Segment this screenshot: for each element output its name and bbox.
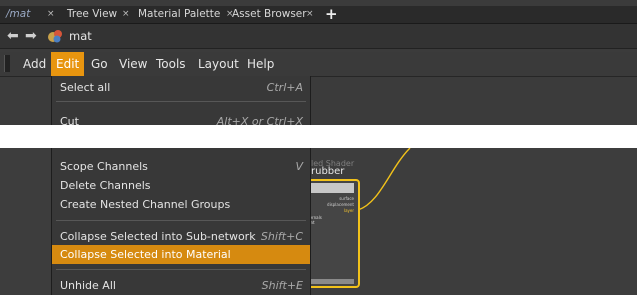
menu-help[interactable]: Help bbox=[242, 52, 279, 76]
forward-arrow-icon[interactable]: ➡ bbox=[25, 27, 37, 45]
tab-close-icon[interactable]: × bbox=[306, 6, 314, 23]
output-port-displacement[interactable]: displacement bbox=[327, 202, 354, 207]
network-editor-top: /mat × Tree View × Material Palette × As… bbox=[0, 0, 637, 125]
node-name-label[interactable]: rubber bbox=[311, 166, 344, 177]
menu-separator bbox=[56, 269, 306, 270]
menu-item-label: Scope Channels bbox=[60, 160, 148, 173]
menu-item-collapse-into-material[interactable]: Collapse Selected into Material bbox=[52, 245, 310, 264]
path-label[interactable]: mat bbox=[69, 27, 92, 45]
node-footer bbox=[310, 279, 354, 284]
connection-wire bbox=[357, 148, 411, 211]
menu-edit[interactable]: Edit bbox=[51, 52, 85, 76]
tab-material-palette[interactable]: Material Palette bbox=[138, 6, 220, 23]
menu-item-label: Collapse Selected into Material bbox=[60, 248, 231, 261]
menu-layout[interactable]: Layout bbox=[193, 52, 244, 76]
menu-item-label: Unhide All bbox=[60, 279, 116, 292]
tab-mat[interactable]: /mat bbox=[6, 6, 30, 23]
menu-add[interactable]: Add bbox=[18, 52, 51, 76]
pane-tab-bar: /mat × Tree View × Material Palette × As… bbox=[0, 6, 637, 24]
menu-item-cut[interactable]: Cut Alt+X or Ctrl+X bbox=[52, 112, 310, 125]
add-tab-icon[interactable]: + bbox=[325, 6, 338, 23]
menu-separator bbox=[56, 220, 306, 221]
menu-item-label: Collapse Selected into Sub-network bbox=[60, 230, 256, 243]
tab-tree-view[interactable]: Tree View bbox=[67, 6, 117, 23]
menu-item-label: Cut bbox=[60, 115, 79, 125]
menu-item-shortcut: Shift+C bbox=[260, 230, 303, 243]
menu-go[interactable]: Go bbox=[86, 52, 113, 76]
menu-bar: Add Edit Go View Tools Layout Help bbox=[0, 52, 637, 77]
shader-node[interactable]: surface displacement layer bbox=[306, 179, 360, 288]
menu-item-scope-channels[interactable]: Scope Channels V bbox=[52, 157, 310, 176]
menu-tools[interactable]: Tools bbox=[151, 52, 191, 76]
output-port-layer[interactable]: layer bbox=[344, 208, 354, 213]
menu-separator bbox=[56, 101, 306, 102]
menu-item-unhide-all[interactable]: Unhide All Shift+E bbox=[52, 276, 310, 295]
edit-menu-dropdown-continued: Scope Channels V Delete Channels Create … bbox=[51, 148, 311, 295]
toolbar-grip-handle[interactable] bbox=[4, 55, 10, 72]
edit-menu-dropdown: Select all Ctrl+A Cut Alt+X or Ctrl+X bbox=[51, 76, 311, 125]
menu-item-shortcut: V bbox=[295, 160, 303, 173]
menu-item-delete-channels[interactable]: Delete Channels bbox=[52, 176, 310, 195]
menu-item-shortcut: Alt+X or Ctrl+X bbox=[216, 115, 303, 125]
network-editor-bottom: led Shader rubber surface displacement l… bbox=[0, 148, 637, 295]
material-context-icon bbox=[48, 30, 62, 43]
menu-item-label: Select all bbox=[60, 81, 111, 94]
tab-close-icon[interactable]: × bbox=[122, 6, 130, 23]
tab-close-icon[interactable]: × bbox=[47, 6, 55, 23]
back-arrow-icon[interactable]: ⬅ bbox=[7, 27, 19, 45]
menu-item-label: Delete Channels bbox=[60, 179, 151, 192]
path-bar: ⬅ ➡ mat bbox=[0, 24, 637, 49]
node-header bbox=[310, 183, 354, 193]
output-port-surface[interactable]: surface bbox=[339, 196, 354, 201]
tab-asset-browser[interactable]: Asset Browser bbox=[232, 6, 307, 23]
menu-item-select-all[interactable]: Select all Ctrl+A bbox=[52, 78, 310, 97]
menu-item-collapse-into-subnetwork[interactable]: Collapse Selected into Sub-network Shift… bbox=[52, 227, 310, 246]
menu-item-label: Create Nested Channel Groups bbox=[60, 198, 231, 211]
menu-item-create-nested-channel-groups[interactable]: Create Nested Channel Groups bbox=[52, 195, 310, 214]
menu-item-shortcut: Ctrl+A bbox=[266, 81, 303, 94]
menu-item-shortcut: Shift+E bbox=[261, 279, 303, 292]
menu-view[interactable]: View bbox=[114, 52, 152, 76]
